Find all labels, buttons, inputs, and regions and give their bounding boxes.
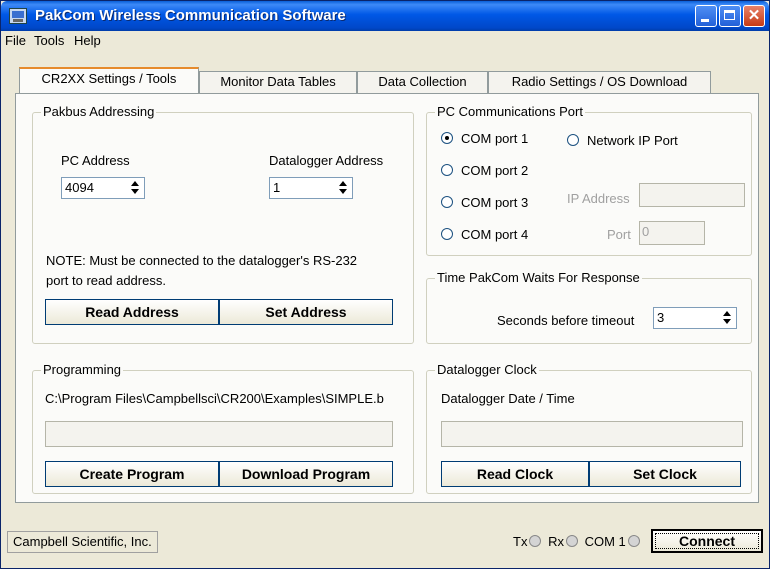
tab-radio-settings[interactable]: Radio Settings / OS Download	[488, 71, 711, 93]
radio-selected-icon	[441, 132, 453, 144]
programming-legend: Programming	[41, 362, 124, 377]
download-program-button[interactable]: Download Program	[219, 461, 393, 487]
create-program-button[interactable]: Create Program	[45, 461, 219, 487]
programming-group: Programming C:\Program Files\Campbellsci…	[32, 362, 414, 494]
program-progress-field	[45, 421, 393, 447]
menu-bar: File Tools Help	[1, 31, 769, 50]
menu-help[interactable]: Help	[74, 33, 101, 48]
tab-monitor-data-tables[interactable]: Monitor Data Tables	[199, 71, 357, 93]
ip-address-label: IP Address	[567, 191, 630, 206]
com-port-4-radio[interactable]: COM port 4	[441, 227, 528, 242]
pakbus-legend: Pakbus Addressing	[41, 104, 157, 119]
note-line-1: NOTE: Must be connected to the datalogge…	[46, 253, 358, 268]
com-port-2-radio[interactable]: COM port 2	[441, 163, 528, 178]
pakbus-group: Pakbus Addressing PC Address 4094 Datalo…	[32, 104, 414, 344]
com-led-icon	[627, 535, 640, 547]
minimize-button[interactable]	[695, 5, 717, 27]
connect-button[interactable]: Connect	[651, 529, 763, 553]
radio-icon	[441, 196, 453, 208]
pc-address-spinner[interactable]: 4094	[61, 177, 145, 199]
tx-led-icon	[529, 535, 542, 547]
com-port-legend: PC Communications Port	[435, 104, 585, 119]
port-value: 0	[642, 224, 650, 239]
window-title: PakCom Wireless Communication Software	[35, 7, 346, 24]
program-path: C:\Program Files\Campbellsci\CR200\Examp…	[45, 391, 384, 406]
network-ip-radio[interactable]: Network IP Port	[567, 133, 678, 148]
read-clock-button[interactable]: Read Clock	[441, 461, 589, 487]
port-label: Port	[607, 227, 631, 242]
com-port-3-radio[interactable]: COM port 3	[441, 195, 528, 210]
company-label: Campbell Scientific, Inc.	[7, 531, 158, 553]
set-address-button[interactable]: Set Address	[219, 299, 393, 325]
clock-group: Datalogger Clock Datalogger Date / Time …	[426, 362, 752, 494]
tx-label: Tx	[513, 534, 528, 549]
clock-legend: Datalogger Clock	[435, 362, 539, 377]
menu-tools[interactable]: Tools	[34, 33, 64, 48]
tab-cr2xx-settings[interactable]: CR2XX Settings / Tools	[19, 67, 199, 93]
timeout-label: Seconds before timeout	[497, 313, 635, 328]
title-bar[interactable]: PakCom Wireless Communication Software ✕	[1, 1, 769, 31]
note-line-2: port to read address.	[46, 273, 166, 288]
port-input[interactable]: 0	[639, 221, 705, 245]
pc-address-value: 4094	[65, 180, 94, 195]
read-address-button[interactable]: Read Address	[45, 299, 219, 325]
tab-data-collection[interactable]: Data Collection	[357, 71, 488, 93]
datalogger-address-label: Datalogger Address	[269, 153, 384, 168]
maximize-button[interactable]	[719, 5, 741, 27]
spinner-arrows-icon[interactable]	[337, 180, 350, 196]
main-window: PakCom Wireless Communication Software ✕…	[0, 0, 770, 569]
timeout-group: Time PakCom Waits For Response Seconds b…	[426, 270, 752, 344]
radio-icon	[441, 228, 453, 240]
app-icon	[9, 8, 27, 24]
ip-address-input[interactable]	[639, 183, 745, 207]
rx-led-icon	[565, 535, 578, 547]
datalogger-address-spinner[interactable]: 1	[269, 177, 353, 199]
set-clock-button[interactable]: Set Clock	[589, 461, 741, 487]
radio-icon	[441, 164, 453, 176]
close-button[interactable]: ✕	[743, 5, 765, 27]
clock-label: Datalogger Date / Time	[441, 391, 575, 406]
pc-address-label: PC Address	[61, 153, 130, 168]
datalogger-address-value: 1	[273, 180, 281, 195]
close-icon: ✕	[747, 7, 761, 24]
timeout-legend: Time PakCom Waits For Response	[435, 270, 642, 285]
status-indicators: Tx Rx COM 1	[513, 534, 643, 549]
radio-icon	[567, 134, 579, 146]
com-label: COM 1	[584, 534, 626, 549]
menu-file[interactable]: File	[5, 33, 26, 48]
rx-label: Rx	[548, 534, 564, 549]
com-port-group: PC Communications Port COM port 1 COM po…	[426, 104, 752, 256]
timeout-value: 3	[657, 310, 665, 325]
spinner-arrows-icon[interactable]	[129, 180, 142, 196]
timeout-spinner[interactable]: 3	[653, 307, 737, 329]
tab-panel: Pakbus Addressing PC Address 4094 Datalo…	[15, 93, 759, 503]
com-port-1-radio[interactable]: COM port 1	[441, 131, 528, 146]
spinner-arrows-icon[interactable]	[721, 310, 734, 326]
clock-display-field	[441, 421, 743, 447]
